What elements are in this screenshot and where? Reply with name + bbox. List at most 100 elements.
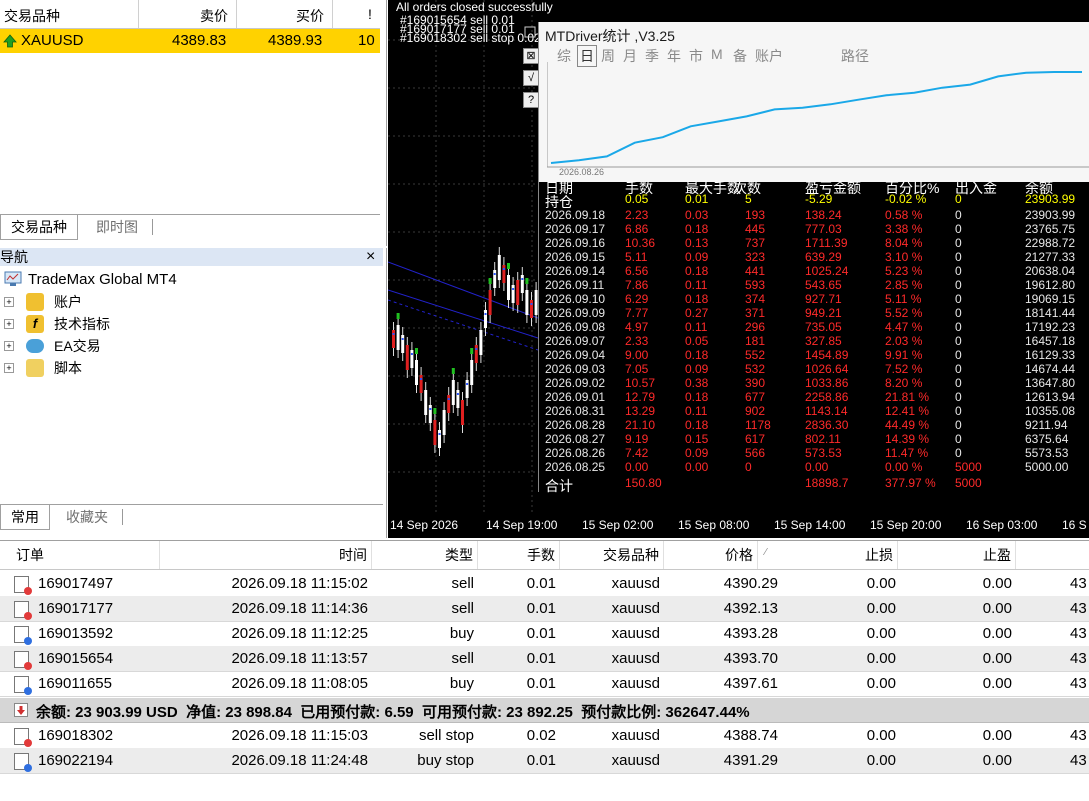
stat-cell: 0.18 — [685, 418, 709, 432]
stat-cell: 0.00 — [805, 460, 829, 474]
candlestick-area[interactable] — [388, 0, 538, 512]
col-spread[interactable]: ! — [368, 6, 372, 22]
navigator-item-accounts[interactable]: + 账户 — [4, 292, 204, 312]
stat-cell: 22988.72 — [1025, 236, 1076, 250]
stat-cell: 0.00 — [685, 460, 709, 474]
stat-cell: 0.09 — [685, 362, 709, 376]
stat-cell: 2026.09.04 — [545, 348, 606, 362]
stat-cell: 2026.09.11 — [545, 278, 605, 292]
col-bid[interactable]: 卖价 — [200, 6, 228, 26]
order-symbol: xauusd — [611, 675, 660, 692]
stat-cell: 1178 — [745, 418, 771, 432]
col-type[interactable]: 类型 — [372, 541, 478, 569]
expand-icon[interactable]: + — [4, 319, 14, 329]
stat-cell: 0 — [955, 446, 962, 460]
function-icon: f — [26, 315, 44, 333]
stat-cell: 0 — [955, 320, 962, 334]
time-label: 16 Sep 03:00 — [966, 518, 1038, 532]
table-row[interactable]: 169017497 2026.09.18 11:15:02 sell 0.01 xauu… — [0, 571, 1089, 597]
stat-cell: 5573.53 — [1025, 446, 1069, 460]
stat-cell: 532 — [745, 362, 766, 376]
col-symbol[interactable]: 交易品种 — [4, 6, 60, 26]
col-time[interactable]: 时间 — [160, 541, 372, 569]
stat-cell: 17192.23 — [1025, 320, 1076, 334]
stat-cell: 138.24 — [805, 208, 842, 222]
order-symbol: xauusd — [611, 575, 660, 592]
stat-cell: 9.91 % — [885, 348, 923, 362]
check-button[interactable]: √ — [523, 70, 539, 86]
table-row[interactable]: 169011655 2026.09.18 11:08:05 buy 0.01 xauus… — [0, 671, 1089, 697]
stat-total-cell: 377.97 % — [885, 476, 936, 490]
stat-cell: 6.29 — [625, 292, 649, 306]
stat-cell: 21277.33 — [1025, 250, 1076, 264]
order-stop-loss: 0.00 — [866, 727, 896, 744]
help-button[interactable]: ? — [523, 92, 539, 108]
stat-cell: 802.11 — [805, 432, 841, 446]
stat-cell: 566 — [745, 446, 766, 460]
col-order[interactable]: 订单 — [0, 541, 160, 569]
col-lots[interactable]: 手数 — [478, 541, 560, 569]
order-price: 4393.70 — [723, 650, 778, 667]
order-id: 169022194 — [38, 752, 114, 769]
col-stop-loss[interactable]: 止损 — [782, 541, 898, 569]
stat-position-cell: 0 — [955, 192, 962, 206]
price-chart[interactable]: All orders closed successfully #16901565… — [388, 0, 1089, 538]
stat-cell: 2.03 % — [885, 334, 923, 348]
order-icon — [14, 576, 32, 595]
stat-cell: 0.58 % — [885, 208, 923, 222]
order-lots: 0.01 — [526, 625, 556, 642]
table-row[interactable]: 169015654 2026.09.18 11:13:57 sell 0.01 xauu… — [0, 646, 1089, 672]
stat-cell: 5.11 % — [885, 292, 922, 306]
expand-icon[interactable]: + — [4, 297, 14, 307]
tab-symbols[interactable]: 交易品种 — [0, 215, 78, 240]
time-label: 15 Sep 20:00 — [870, 518, 942, 532]
stat-cell: 0 — [955, 278, 962, 292]
expand-icon[interactable]: + — [4, 363, 14, 373]
table-row[interactable]: 169013592 2026.09.18 11:12:25 buy 0.01 xauus… — [0, 621, 1089, 647]
order-price: 4391.29 — [723, 752, 778, 769]
order-take-profit: 0.00 — [982, 752, 1012, 769]
stat-cell: 927.71 — [805, 292, 842, 306]
order-stop-loss: 0.00 — [866, 625, 896, 642]
accounts-icon — [26, 293, 44, 311]
stat-cell: 7.86 — [625, 278, 649, 292]
tab-tick-chart[interactable]: 即时图 — [86, 215, 148, 239]
order-id: 169017497 — [38, 575, 114, 592]
stat-cell: 3.10 % — [885, 250, 923, 264]
expert-advisor-icon — [26, 339, 44, 353]
stat-cell: 777.03 — [805, 222, 842, 236]
stat-cell: 735.05 — [805, 320, 842, 334]
collapse-button[interactable]: ⊠ — [523, 48, 539, 64]
navigator-item-indicators[interactable]: + f 技术指标 — [4, 314, 204, 334]
navigator-item-expert-advisors[interactable]: + EA交易 — [4, 336, 204, 356]
col-symbol[interactable]: 交易品种 — [560, 541, 664, 569]
stat-cell: 10.36 — [625, 236, 656, 250]
order-lots: 0.01 — [526, 752, 556, 769]
stat-cell: 23765.75 — [1025, 222, 1076, 236]
order-current-price: 43 — [1070, 600, 1087, 617]
navigator-item-scripts[interactable]: + 脚本 — [4, 358, 204, 378]
expand-icon[interactable]: + — [4, 341, 14, 351]
order-id: 169011655 — [38, 675, 112, 692]
table-row[interactable]: 169022194 2026.09.18 11:24:48 buy stop 0.01… — [0, 748, 1089, 774]
dashboard-title: MTDriver统计 ,V3.25 — [545, 28, 675, 44]
stat-cell: 19069.15 — [1025, 292, 1076, 306]
table-row[interactable]: 169018302 2026.09.18 11:15:03 sell stop 0.0… — [0, 723, 1089, 749]
close-icon[interactable]: × — [366, 248, 375, 266]
stat-cell: 0.18 — [685, 222, 709, 236]
stat-cell: 12.41 % — [885, 404, 930, 418]
stat-cell: 737 — [745, 236, 766, 250]
order-icon — [14, 651, 32, 670]
table-row[interactable]: 169017177 2026.09.18 11:14:36 sell 0.01 xauu… — [0, 596, 1089, 622]
stat-cell: 2026.09.09 — [545, 306, 606, 320]
market-watch-row[interactable]: XAUUSD 4389.83 4389.93 10 — [0, 29, 380, 53]
tab-favorites[interactable]: 收藏夹 — [56, 505, 118, 529]
col-take-profit[interactable]: 止盈 — [898, 541, 1016, 569]
menu-m[interactable]: M — [711, 46, 723, 62]
navigator-tabs: 常用 收藏夹 — [0, 504, 383, 531]
col-ask[interactable]: 买价 — [296, 6, 324, 26]
stat-cell: 5.11 — [625, 250, 648, 264]
col-price[interactable]: 价格 — [664, 541, 758, 569]
tab-common[interactable]: 常用 — [0, 505, 50, 530]
equity-curve — [547, 62, 1089, 168]
